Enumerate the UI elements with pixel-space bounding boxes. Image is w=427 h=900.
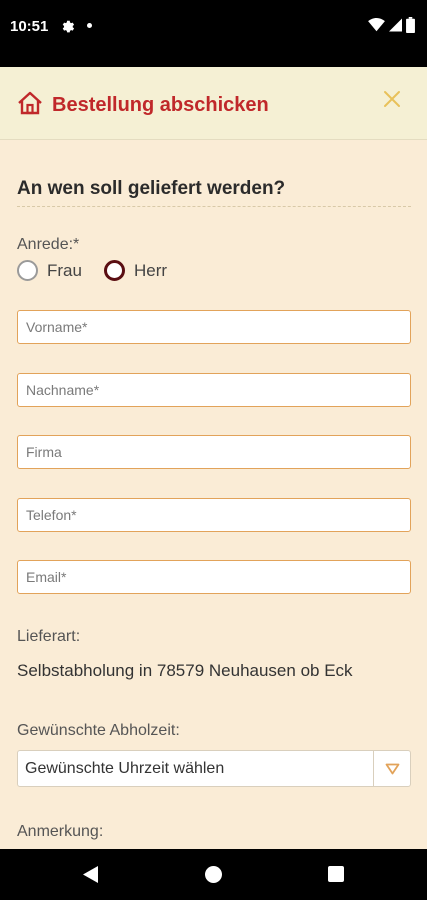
section-title: An wen soll geliefert werden? (17, 178, 411, 207)
battery-icon (406, 17, 415, 33)
wifi-icon (368, 18, 385, 32)
nachname-input[interactable] (17, 373, 411, 407)
telefon-input[interactable] (17, 498, 411, 532)
salutation-radio-group: Frau Herr (17, 260, 189, 281)
delivery-value: Selbstabholung in 78579 Neuhausen ob Eck (17, 661, 353, 680)
status-bar: 10:51 (0, 0, 427, 67)
radio-herr-label[interactable]: Herr (134, 261, 167, 281)
remark-label: Anmerkung: (17, 823, 104, 840)
close-icon[interactable] (382, 89, 402, 109)
delivery-label: Lieferart: (17, 628, 81, 645)
pickup-time-select-value[interactable]: Gewünschte Uhrzeit wählen (25, 760, 224, 778)
dialog-header: Bestellung abschicken (0, 67, 427, 140)
radio-frau-label[interactable]: Frau (47, 261, 82, 281)
radio-frau-circle[interactable] (17, 260, 38, 281)
status-icons (368, 17, 415, 33)
pickup-time-select[interactable]: Gewünschte Uhrzeit wählen (17, 750, 411, 787)
vorname-input[interactable] (17, 310, 411, 344)
status-time: 10:51 (10, 18, 49, 35)
pickup-time-label: Gewünschte Abholzeit: (17, 722, 180, 739)
notification-dot-icon (87, 23, 92, 28)
radio-herr[interactable]: Herr (103, 260, 167, 281)
salutation-label: Anrede:* (17, 236, 80, 253)
gear-icon (62, 20, 75, 33)
firma-input[interactable] (17, 435, 411, 469)
recents-icon[interactable] (328, 866, 344, 882)
radio-frau[interactable]: Frau (17, 260, 82, 281)
navigation-bar (0, 849, 427, 900)
triangle-down-icon[interactable] (385, 763, 400, 775)
home-circle-icon[interactable] (205, 866, 222, 883)
home-icon (18, 91, 42, 115)
back-icon[interactable] (82, 865, 99, 884)
email-input[interactable] (17, 560, 411, 594)
radio-herr-circle[interactable] (103, 260, 125, 281)
dialog-title: Bestellung abschicken (52, 94, 269, 116)
pickup-time-dropdown-button[interactable] (373, 751, 410, 786)
cell-signal-icon (389, 18, 402, 32)
